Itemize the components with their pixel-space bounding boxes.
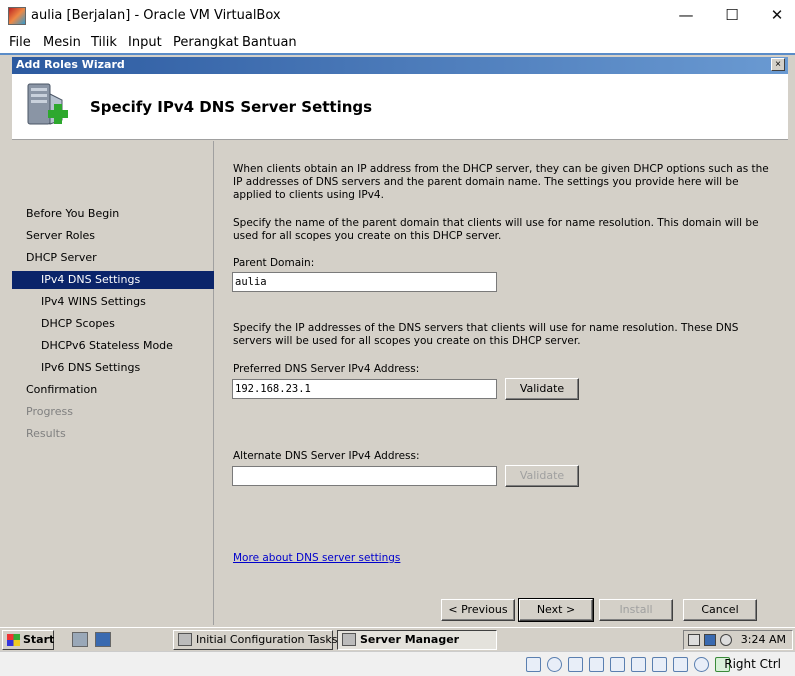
parent-domain-label: Parent Domain: xyxy=(233,257,315,269)
recording-icon[interactable] xyxy=(673,657,688,672)
hard-disk-icon[interactable] xyxy=(526,657,541,672)
server-manager-quicklaunch-icon[interactable] xyxy=(72,632,88,647)
alternate-dns-input[interactable] xyxy=(232,466,497,486)
display-icon[interactable] xyxy=(652,657,667,672)
preferred-dns-input[interactable]: 192.168.23.1 xyxy=(232,379,497,399)
menu-perangkat[interactable]: Perangkat xyxy=(173,35,239,50)
wizard-content: When clients obtain an IP address from t… xyxy=(215,141,788,625)
alternate-dns-label: Alternate DNS Server IPv4 Address: xyxy=(233,450,420,462)
nav-ipv4-wins-settings[interactable]: IPv4 WINS Settings xyxy=(12,293,214,311)
taskbar-initial-configuration[interactable]: Initial Configuration Tasks xyxy=(173,630,338,650)
nav-ipv6-dns-settings[interactable]: IPv6 DNS Settings xyxy=(12,359,214,377)
nav-progress: Progress xyxy=(26,405,73,418)
audio-icon[interactable] xyxy=(568,657,583,672)
configuration-tasks-icon xyxy=(178,633,192,646)
menu-input[interactable]: Input xyxy=(128,35,162,50)
nav-ipv4-dns-settings[interactable]: IPv4 DNS Settings xyxy=(12,271,214,289)
preferred-dns-label: Preferred DNS Server IPv4 Address: xyxy=(233,363,420,375)
previous-button[interactable]: < Previous xyxy=(441,599,515,621)
guest-screen: Add Roles Wizard × Specify IPv4 DNS Serv… xyxy=(0,53,795,627)
page-title: Specify IPv4 DNS Server Settings xyxy=(90,98,373,116)
network-icon[interactable] xyxy=(589,657,604,672)
wizard-title: Add Roles Wizard xyxy=(16,58,125,71)
clock: 3:24 AM xyxy=(740,633,786,646)
windows-flag-icon xyxy=(7,634,20,646)
nav-dhcp-scopes[interactable]: DHCP Scopes xyxy=(12,315,214,333)
close-button[interactable]: ✕ xyxy=(754,0,795,30)
tray-volume-icon[interactable] xyxy=(720,634,732,646)
install-button: Install xyxy=(599,599,673,621)
cpu-icon[interactable] xyxy=(694,657,709,672)
maximize-button[interactable]: ☐ xyxy=(709,0,755,30)
system-tray: 3:24 AM xyxy=(683,630,793,650)
cancel-button[interactable]: Cancel xyxy=(683,599,757,621)
shared-folders-icon[interactable] xyxy=(631,657,646,672)
tray-device-icon[interactable] xyxy=(688,634,700,646)
menu-mesin[interactable]: Mesin xyxy=(43,35,81,50)
usb-icon[interactable] xyxy=(610,657,625,672)
server-add-icon xyxy=(27,83,68,125)
wizard-nav: Before You Begin Server Roles DHCP Serve… xyxy=(12,141,214,625)
dns-description: Specify the IP addresses of the DNS serv… xyxy=(233,322,739,347)
vbox-status-bar: Right Ctrl xyxy=(0,651,795,676)
server-manager-icon xyxy=(342,633,356,646)
nav-dhcp-server[interactable]: DHCP Server xyxy=(12,249,214,267)
guest-taskbar: Start Initial Configuration Tasks Server… xyxy=(0,627,795,651)
host-key-label: Right Ctrl xyxy=(724,657,781,671)
domain-description: Specify the name of the parent domain th… xyxy=(233,217,759,242)
nav-before-you-begin[interactable]: Before You Begin xyxy=(12,205,214,223)
wizard-header: Specify IPv4 DNS Server Settings xyxy=(12,74,788,140)
validate-alternate-button: Validate xyxy=(505,465,579,487)
next-button[interactable]: Next > xyxy=(518,598,594,622)
virtualbox-app-icon xyxy=(8,7,26,25)
taskbar-server-manager[interactable]: Server Manager xyxy=(337,630,497,650)
host-menu-bar: File Mesin Tilik Input Perangkat Bantuan xyxy=(0,32,795,53)
start-label: Start xyxy=(23,633,55,646)
tray-network-icon[interactable] xyxy=(704,634,716,646)
host-title-bar: aulia [Berjalan] - Oracle VM VirtualBox … xyxy=(0,0,795,32)
task-label: Initial Configuration Tasks xyxy=(196,633,338,646)
menu-file[interactable]: File xyxy=(9,35,31,50)
intro-text: When clients obtain an IP address from t… xyxy=(233,163,769,201)
more-about-dns-link[interactable]: More about DNS server settings xyxy=(233,552,400,564)
nav-results: Results xyxy=(26,427,66,440)
optical-drive-icon[interactable] xyxy=(547,657,562,672)
menu-bantuan[interactable]: Bantuan xyxy=(242,35,297,50)
wizard-close-icon[interactable]: × xyxy=(771,58,785,71)
host-window-title: aulia [Berjalan] - Oracle VM VirtualBox xyxy=(31,8,281,23)
wizard-title-bar: Add Roles Wizard × xyxy=(12,57,788,74)
validate-preferred-button[interactable]: Validate xyxy=(505,378,579,400)
nav-server-roles[interactable]: Server Roles xyxy=(12,227,214,245)
start-button[interactable]: Start xyxy=(2,630,54,650)
menu-tilik[interactable]: Tilik xyxy=(91,35,117,50)
minimize-button[interactable]: — xyxy=(663,0,709,30)
nav-dhcpv6-stateless-mode[interactable]: DHCPv6 Stateless Mode xyxy=(12,337,214,355)
show-desktop-icon[interactable] xyxy=(95,632,111,647)
task-label: Server Manager xyxy=(360,633,460,646)
parent-domain-input[interactable]: aulia xyxy=(232,272,497,292)
nav-confirmation[interactable]: Confirmation xyxy=(12,381,214,399)
